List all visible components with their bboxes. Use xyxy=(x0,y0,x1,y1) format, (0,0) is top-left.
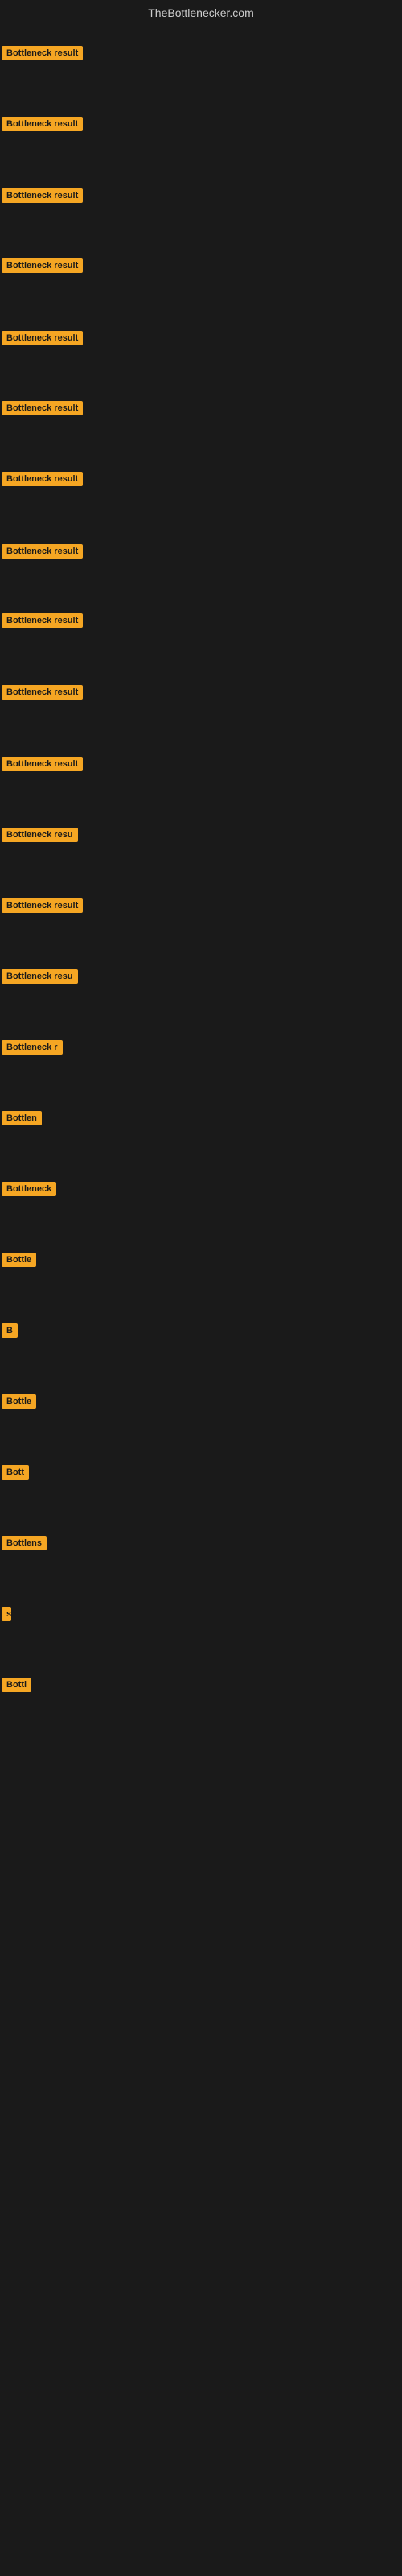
bottleneck-result-badge: Bottle xyxy=(2,1253,36,1267)
bottleneck-result-badge: Bottlens xyxy=(2,1536,47,1550)
bottleneck-result-badge: Bottleneck resu xyxy=(2,969,78,984)
bottleneck-result-badge: Bottleneck result xyxy=(2,258,83,273)
bottleneck-result-badge: Bottleneck result xyxy=(2,544,83,559)
bottleneck-result-badge: Bottleneck result xyxy=(2,331,83,345)
bottleneck-result-badge: B xyxy=(2,1323,18,1338)
bottleneck-result-badge: Bottleneck resu xyxy=(2,828,78,842)
bottleneck-result-badge: Bottleneck result xyxy=(2,46,83,60)
bottleneck-result-badge: Bottlen xyxy=(2,1111,42,1125)
bottleneck-result-badge: Bottleneck result xyxy=(2,401,83,415)
bottleneck-result-badge: Bottleneck xyxy=(2,1182,56,1196)
bottleneck-result-badge: Bottle xyxy=(2,1394,36,1409)
bottleneck-result-badge: Bottleneck result xyxy=(2,472,83,486)
bottleneck-result-badge: s xyxy=(2,1607,11,1621)
bottleneck-result-badge: Bottleneck result xyxy=(2,117,83,131)
bottleneck-result-badge: Bottleneck result xyxy=(2,613,83,628)
bottleneck-result-badge: Bottl xyxy=(2,1678,31,1692)
bottleneck-result-badge: Bottleneck result xyxy=(2,685,83,700)
bottleneck-result-badge: Bottleneck result xyxy=(2,188,83,203)
bottleneck-result-badge: Bottleneck result xyxy=(2,757,83,771)
bottleneck-result-badge: Bottleneck result xyxy=(2,898,83,913)
site-title: TheBottlenecker.com xyxy=(0,0,402,23)
bottleneck-result-badge: Bottleneck r xyxy=(2,1040,63,1055)
bottleneck-result-badge: Bott xyxy=(2,1465,29,1480)
